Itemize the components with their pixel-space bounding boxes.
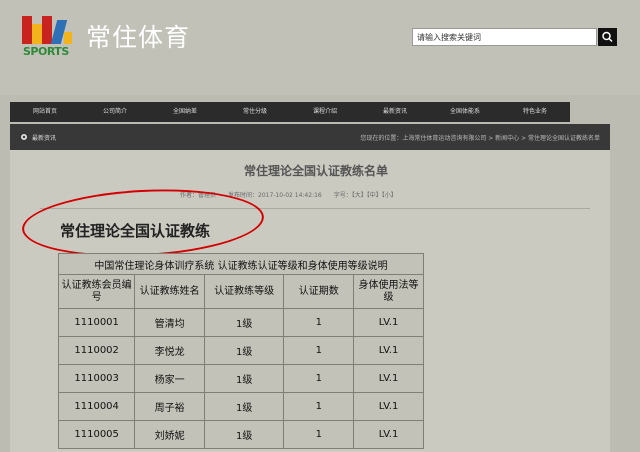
logo-bar-red [22,16,32,44]
section-label[interactable]: 最新资讯 [32,133,56,142]
search-button[interactable] [598,28,617,46]
table-header-row: 认证教练会员编号 认证教练姓名 认证教练等级 认证期数 身体使用法等级 [57,274,424,309]
table-caption: 中国常住理论身体训疗系统 认证教练认证等级和身体使用等级说明 [58,253,424,275]
table-cell: 杨家一 [134,364,205,393]
table-cell: 1 [283,336,355,365]
table-cell: 管清均 [134,308,205,337]
nav-item[interactable]: 常住分级 [220,102,290,122]
logo-bar-yellow-2 [64,32,72,44]
table-cell: 1级 [203,336,285,365]
main-nav: 网站首页 公司简介 全国纳差 常住分级 课程介绍 最新资讯 全国体能系 特色业务 [10,102,570,122]
hal-sports-logo[interactable]: SPORTS [22,16,72,58]
logo-text: SPORTS [23,45,69,58]
gear-icon [21,134,27,140]
table-cell: 1 [283,364,355,393]
breadcrumb[interactable]: 您现在的位置：上海常住体育运动咨询有限公司 > 新闻中心 > 常住理论全国认证教… [360,133,600,142]
column-header: 认证教练等级 [203,274,285,309]
table-cell: 周子裕 [134,392,205,421]
table-row: 1110002 李悦龙 1级 1 LV.1 [57,336,424,365]
nav-item[interactable]: 公司简介 [80,102,150,122]
table-cell: 1级 [203,364,285,393]
coach-table: 中国常住理论身体训疗系统 认证教练认证等级和身体使用等级说明 认证教练会员编号认… [57,253,424,449]
site-header: SPORTS 常住体育 请输入搜索关键词 [0,0,640,95]
table-caption-row: 中国常住理论身体训疗系统 认证教练认证等级和身体使用等级说明 [58,253,424,275]
table-row: 1110004 周子裕 1级 1 LV.1 [57,392,424,421]
nav-item[interactable]: 特色业务 [500,102,570,122]
table-cell: LV.1 [353,308,424,337]
column-header: 认证教练姓名 [134,274,205,309]
table-cell: 1 [283,308,355,337]
table-cell: 1级 [203,420,285,449]
table-cell: 1110002 [57,336,136,365]
nav-item[interactable]: 课程介绍 [290,102,360,122]
table-cell: LV.1 [353,420,424,449]
table-cell: 1110004 [57,392,136,421]
site-title: 常住体育 [86,23,191,52]
table-row: 1110003 杨家一 1级 1 LV.1 [57,364,424,393]
nav-item[interactable]: 网站首页 [10,102,80,122]
table-cell: 1级 [203,392,285,421]
table-cell: LV.1 [353,364,424,393]
article-title: 常住理论全国认证教练名单 [244,164,389,178]
table-cell: LV.1 [353,336,424,365]
table-cell: 1级 [203,308,285,337]
column-header: 认证教练会员编号 [57,274,136,309]
table-cell: 1110003 [57,364,136,393]
logo-bar-red-2 [42,16,52,44]
nav-item[interactable]: 全国纳差 [150,102,220,122]
table-row: 1110001 管清均 1级 1 LV.1 [57,308,424,337]
table-cell: LV.1 [353,392,424,421]
table-row: 1110005 刘娇妮 1级 1 LV.1 [57,420,424,449]
table-cell: 刘娇妮 [134,420,205,449]
search-icon [602,31,613,43]
nav-item[interactable]: 全国体能系 [430,102,500,122]
sub-bar: 最新资讯 您现在的位置：上海常住体育运动咨询有限公司 > 新闻中心 > 常住理论… [10,124,610,150]
logo-bar-yellow [32,24,42,44]
table-cell: 1110001 [57,308,136,337]
search-input[interactable]: 请输入搜索关键词 [412,28,597,46]
nav-item[interactable]: 最新资讯 [360,102,430,122]
table-cell: 李悦龙 [134,336,205,365]
table-cell: 1 [283,420,355,449]
table-cell: 1110005 [57,420,136,449]
column-header: 身体使用法等级 [353,274,424,309]
table-cell: 1 [283,392,355,421]
column-header: 认证期数 [283,274,355,309]
